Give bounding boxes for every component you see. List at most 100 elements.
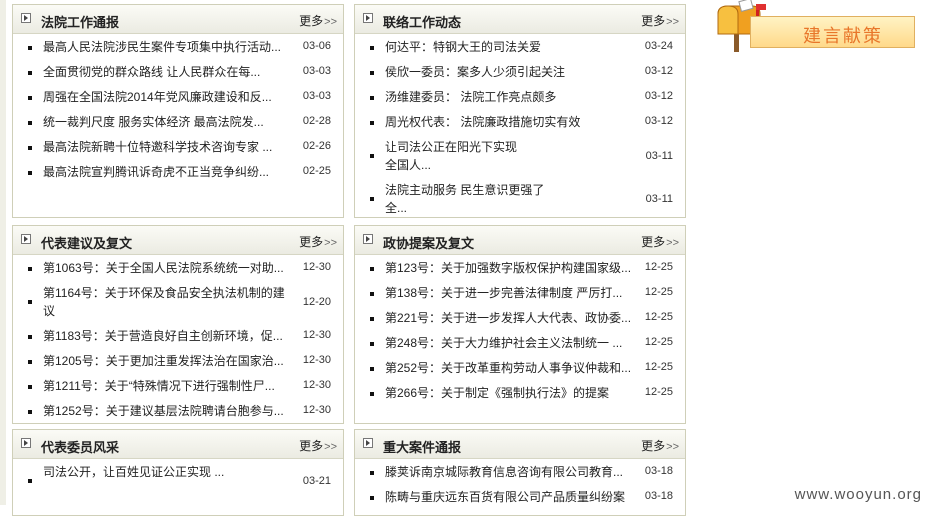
more-link[interactable]: 更多>> [641,437,679,454]
item-link[interactable]: 陈畴与重庆远东百货有限公司产品质量纠纷案 [385,490,633,505]
more-link[interactable]: 更多>> [641,12,679,29]
item-date: 03-12 [644,115,673,127]
arrow-box-icon [21,234,31,244]
list-item[interactable]: 周强在全国法院2014年党风廉政建设和反... 03-03 [13,85,343,110]
list-item[interactable]: 司法公开，让百姓见证公正实现 ... 03-21 [13,460,343,503]
item-link[interactable]: 最高人民法院涉民生案件专项集中执行活动... [43,40,291,55]
list-item[interactable]: 最高法院新聘十位特邀科学技术咨询专家 ... 02-26 [13,135,343,160]
list-item[interactable]: 最高人民法院涉民生案件专项集中执行活动... 03-06 [13,35,343,60]
item-link[interactable]: 第1183号：关于营造良好自主创新环境，促... [43,329,291,344]
item-link[interactable]: 司法公开，让百姓见证公正实现 ... [43,463,233,503]
item-date: 03-11 [645,150,673,162]
item-link[interactable]: 侯欣一委员：案多人少须引起关注 [385,65,633,80]
banner-label: 建言献策 [803,26,883,46]
item-link[interactable]: 第252号：关于改革重构劳动人事争议仲裁和... [385,361,633,376]
item-link[interactable]: 第1205号：关于更加注重发挥法治在国家治... [43,354,291,369]
item-date: 12-25 [644,361,673,373]
panel-header: 联络工作动态 更多>> [355,5,685,34]
arrow-box-icon [21,13,31,23]
item-link[interactable]: 第1211号：关于“特殊情况下进行强制性尸... [43,379,291,394]
list-item[interactable]: 法院主动服务 民生意识更强了 全... 03-11 [355,178,685,217]
panel-title: 法院工作通报 [41,15,120,30]
more-link[interactable]: 更多>> [299,437,337,454]
item-link[interactable]: 让司法公正在阳光下实现 全国人... [385,138,525,178]
panel-liaison: 联络工作动态 更多>> 何达平：特钢大王的司法关爱 03-24 侯欣一委员：案多人… [354,4,686,218]
list-item[interactable]: 周光权代表： 法院廉政措施切实有效 03-12 [355,110,685,135]
item-link[interactable]: 法院主动服务 民生意识更强了 全... [385,181,555,217]
item-link[interactable]: 第266号：关于制定《强制执行法》的提案 [385,386,633,401]
bullet-icon [370,292,374,296]
item-link[interactable]: 最高法院新聘十位特邀科学技术咨询专家 ... [43,140,291,155]
bullet-icon [370,121,374,125]
bullet-icon [28,300,32,304]
list-item[interactable]: 第123号：关于加强数字版权保护构建国家级... 12-25 [355,256,685,281]
item-link[interactable]: 第221号：关于进一步发挥人大代表、政协委... [385,311,633,326]
item-link[interactable]: 第1063号：关于全国人民法院系统统一对助... [43,261,291,276]
item-link[interactable]: 第248号：关于大力维护社会主义法制统一 ... [385,336,633,351]
item-date: 03-03 [302,65,331,77]
item-link[interactable]: 第123号：关于加强数字版权保护构建国家级... [385,261,633,276]
bullet-icon [370,367,374,371]
more-link[interactable]: 更多>> [299,233,337,250]
more-link[interactable]: 更多>> [641,233,679,250]
item-date: 03-06 [302,40,331,52]
bullet-icon [28,146,32,150]
bullet-icon [28,385,32,389]
bullet-icon [28,46,32,50]
list-item[interactable]: 第221号：关于进一步发挥人大代表、政协委... 12-25 [355,306,685,331]
panel-rep-profiles: 代表委员风采 更多>> 司法公开，让百姓见证公正实现 ... 03-21 [12,429,344,516]
item-date: 03-12 [644,65,673,77]
item-date: 12-30 [302,404,331,416]
bullet-icon [28,479,32,483]
item-link[interactable]: 第138号：关于进一步完善法律制度 严厉打... [385,286,633,301]
item-link[interactable]: 统一裁判尺度 服务实体经济 最高法院发... [43,115,291,130]
item-link[interactable]: 最高法院宣判腾讯诉奇虎不正当竞争纠纷... [43,165,291,180]
item-date: 03-12 [644,90,673,102]
item-date: 03-18 [644,490,673,502]
panel-title: 代表委员风采 [41,440,120,455]
list-item[interactable]: 统一裁判尺度 服务实体经济 最高法院发... 02-28 [13,110,343,135]
list-item[interactable]: 第1063号：关于全国人民法院系统统一对助... 12-30 [13,256,343,281]
item-date: 03-24 [644,40,673,52]
item-link[interactable]: 滕荚诉南京城际教育信息咨询有限公司教育... [385,465,633,480]
bullet-icon [28,360,32,364]
list-item[interactable]: 滕荚诉南京城际教育信息咨询有限公司教育... 03-18 [355,460,685,485]
bullet-icon [370,496,374,500]
list-item[interactable]: 第1205号：关于更加注重发挥法治在国家治... 12-30 [13,349,343,374]
list-item[interactable]: 侯欣一委员：案多人少须引起关注 03-12 [355,60,685,85]
list-item[interactable]: 汤维建委员： 法院工作亮点颇多 03-12 [355,85,685,110]
item-date: 12-25 [644,311,673,323]
item-link[interactable]: 周强在全国法院2014年党风廉政建设和反... [43,90,291,105]
item-date: 03-18 [644,465,673,477]
list-item[interactable]: 第1183号：关于营造良好自主创新环境，促... 12-30 [13,324,343,349]
list-item[interactable]: 第1164号：关于环保及食品安全执法机制的建议 12-20 [13,281,343,324]
item-date: 03-11 [645,193,673,205]
list-item[interactable]: 何达平：特钢大王的司法关爱 03-24 [355,35,685,60]
list-item[interactable]: 第1252号：关于建议基层法院聘请台胞参与... 12-30 [13,399,343,423]
list-item[interactable]: 第1211号：关于“特殊情况下进行强制性尸... 12-30 [13,374,343,399]
bullet-icon [28,121,32,125]
item-link[interactable]: 周光权代表： 法院廉政措施切实有效 [385,115,633,130]
item-link[interactable]: 何达平：特钢大王的司法关爱 [385,40,633,55]
list-item[interactable]: 第266号：关于制定《强制执行法》的提案 12-25 [355,381,685,406]
list-item[interactable]: 最高法院宣判腾讯诉奇虎不正当竞争纠纷... 02-25 [13,160,343,185]
item-date: 12-20 [302,296,331,308]
item-link[interactable]: 第1252号：关于建议基层法院聘请台胞参与... [43,404,291,419]
item-date: 03-03 [302,90,331,102]
list-item[interactable]: 全面贯彻党的群众路线 让人民群众在每... 03-03 [13,60,343,85]
item-link[interactable]: 汤维建委员： 法院工作亮点颇多 [385,90,633,105]
more-link[interactable]: 更多>> [299,12,337,29]
suggestions-banner[interactable]: 建言献策 [712,0,917,52]
list-item[interactable]: 第252号：关于改革重构劳动人事争议仲裁和... 12-25 [355,356,685,381]
list-item[interactable]: 陈畴与重庆远东百货有限公司产品质量纠纷案 03-18 [355,485,685,510]
item-link[interactable]: 第1164号：关于环保及食品安全执法机制的建议 [43,284,291,324]
list-item[interactable]: 第248号：关于大力维护社会主义法制统一 ... 12-25 [355,331,685,356]
list-item[interactable]: 第138号：关于进一步完善法律制度 严厉打... 12-25 [355,281,685,306]
list-item[interactable]: 让司法公正在阳光下实现 全国人... 03-11 [355,135,685,178]
bullet-icon [370,154,374,158]
item-date: 12-25 [644,261,673,273]
panel-title: 政协提案及复文 [383,236,475,251]
panel-major-cases: 重大案件通报 更多>> 滕荚诉南京城际教育信息咨询有限公司教育... 03-18 … [354,429,686,516]
item-link[interactable]: 全面贯彻党的群众路线 让人民群众在每... [43,65,291,80]
bullet-icon [370,267,374,271]
